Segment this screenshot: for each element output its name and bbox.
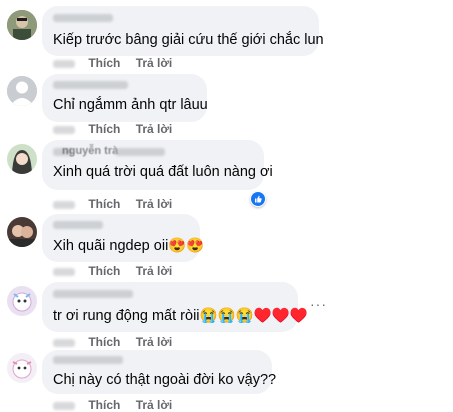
commenter-name[interactable]	[53, 356, 123, 364]
more-options-icon[interactable]: ···	[310, 296, 327, 312]
reply-button[interactable]: Trả lời	[136, 264, 173, 278]
like-button[interactable]: Thích	[88, 398, 120, 412]
user-avatar[interactable]	[7, 76, 37, 106]
like-button[interactable]: Thích	[88, 335, 120, 349]
reply-button[interactable]: Trả lời	[136, 122, 173, 136]
comment-actions: Thích Trả lời	[53, 335, 172, 349]
reply-button[interactable]: Trả lời	[136, 398, 173, 412]
commenter-name-text[interactable]: nguyễn trà	[62, 145, 118, 157]
commenter-name[interactable]	[53, 221, 103, 229]
timestamp	[53, 59, 75, 68]
commenter-name[interactable]	[53, 81, 128, 89]
commenter-name[interactable]	[53, 290, 133, 298]
reply-button[interactable]: Trả lời	[136, 335, 173, 349]
reply-button[interactable]: Trả lời	[136, 197, 173, 211]
comment-text: Chỉ ngắmm ảnh qtr lâuu	[53, 97, 208, 113]
timestamp	[53, 338, 75, 347]
comment-actions: Thích Trả lời	[53, 398, 172, 412]
comment-actions: Thích Trả lời	[53, 56, 172, 70]
reply-button[interactable]: Trả lời	[136, 56, 173, 70]
timestamp	[53, 267, 75, 276]
comment-text: Chị này có thật ngoài đời ko vậy??	[53, 372, 277, 388]
comment-actions: Thích Trả lời	[53, 264, 172, 278]
like-button[interactable]: Thích	[88, 197, 120, 211]
comment-text: tr ơi rung động mất ròii😭😭😭♥️♥️♥️	[53, 308, 308, 324]
like-button[interactable]: Thích	[88, 56, 120, 70]
comment-text: Xinh quá trời quá đất luôn nàng ơi	[53, 164, 273, 180]
user-avatar[interactable]	[7, 217, 37, 247]
comment-actions: Thích Trả lời	[53, 122, 172, 136]
like-button[interactable]: Thích	[88, 122, 120, 136]
user-avatar[interactable]	[7, 286, 37, 316]
like-reaction-icon[interactable]	[250, 191, 266, 207]
user-avatar[interactable]	[7, 144, 37, 174]
timestamp	[53, 200, 75, 209]
commenter-name[interactable]	[53, 14, 113, 22]
comment-text: Kiếp trước bâng giải cứu thế giới chắc l…	[53, 32, 324, 48]
comment-text: Xih quãi ngdep oii😍😍	[53, 238, 205, 254]
timestamp	[53, 125, 75, 134]
like-button[interactable]: Thích	[88, 264, 120, 278]
user-avatar[interactable]	[7, 353, 37, 383]
user-avatar[interactable]	[7, 10, 37, 40]
comment-actions: Thích Trả lời	[53, 197, 172, 211]
timestamp	[53, 401, 75, 410]
commenter-name-blur	[115, 148, 165, 156]
